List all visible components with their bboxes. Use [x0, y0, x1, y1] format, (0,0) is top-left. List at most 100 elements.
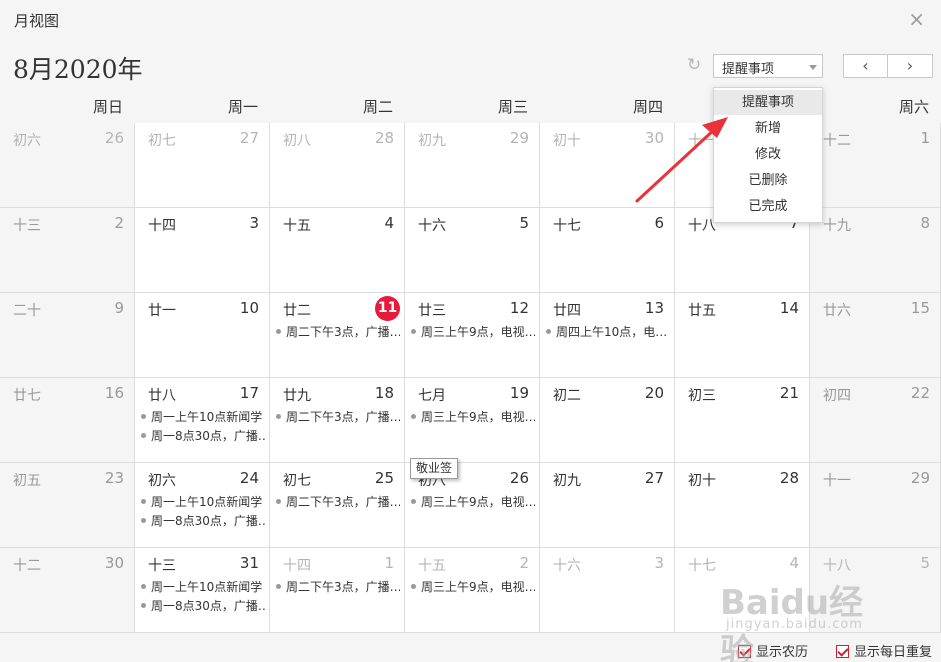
- day-cell[interactable]: 十二 30: [0, 548, 135, 633]
- event-item[interactable]: 周一8点30点，广播…: [141, 427, 265, 446]
- day-cell[interactable]: 十五 4: [270, 208, 405, 293]
- filter-select[interactable]: 提醒事项: [713, 54, 823, 78]
- day-cell[interactable]: 初十 30: [540, 123, 675, 208]
- day-cell[interactable]: 十九 8: [810, 208, 941, 293]
- day-cell[interactable]: 初九 29: [405, 123, 540, 208]
- bullet-icon: [546, 329, 551, 334]
- day-cell[interactable]: 廿六 15: [810, 293, 941, 378]
- lunar-date: 十三: [148, 558, 176, 574]
- day-cell[interactable]: 廿八 17 周一上午10点新闻学 周一8点30点，广播…: [135, 378, 270, 463]
- event-item[interactable]: 周三上午9点，电视…: [411, 578, 535, 597]
- weekday-label: 周日: [92, 98, 123, 116]
- close-icon[interactable]: ×: [908, 8, 925, 30]
- day-cell[interactable]: 廿三 12 周三上午9点，电视…: [405, 293, 540, 378]
- lunar-date: 十五: [283, 218, 311, 234]
- event-list: 周二下午3点，广播…: [276, 323, 400, 342]
- chevron-down-icon: [809, 65, 817, 70]
- day-number: 24: [239, 469, 259, 487]
- day-cell[interactable]: 廿九 18 周二下午3点，广播…: [270, 378, 405, 463]
- day-cell[interactable]: 初五 23: [0, 463, 135, 548]
- filter-dropdown-menu: 提醒事项 新增 修改 已删除 已完成: [713, 87, 823, 223]
- day-cell[interactable]: 初四 22: [810, 378, 941, 463]
- event-item[interactable]: 周四上午10点，电…: [546, 323, 670, 342]
- day-cell[interactable]: 初八 28: [270, 123, 405, 208]
- event-item[interactable]: 周一上午10点新闻学: [141, 578, 265, 597]
- event-item[interactable]: 周一8点30点，广播…: [141, 597, 265, 616]
- day-cell[interactable]: 十三 2: [0, 208, 135, 293]
- day-number: 4: [384, 214, 394, 232]
- dropdown-option[interactable]: 新增: [714, 116, 822, 141]
- toolbar: 8月2020年 ↻ 提醒事项 ‹ ›: [0, 42, 941, 92]
- day-number: 28: [374, 129, 394, 147]
- dropdown-option[interactable]: 已完成: [714, 194, 822, 219]
- event-item[interactable]: 周三上午9点，电视…: [411, 323, 535, 342]
- lunar-date: 初三: [688, 388, 716, 404]
- event-item[interactable]: 周二下午3点，广播…: [276, 578, 400, 597]
- day-number: 15: [910, 299, 930, 317]
- day-cell[interactable]: 初九 27: [540, 463, 675, 548]
- event-text: 周三上午9点，电视…: [421, 495, 535, 509]
- day-number: 12: [509, 299, 529, 317]
- event-text: 周一8点30点，广播…: [151, 429, 265, 443]
- day-cell[interactable]: 初六 26: [0, 123, 135, 208]
- day-cell[interactable]: 十七 6: [540, 208, 675, 293]
- day-number: 14: [779, 299, 799, 317]
- event-item[interactable]: 周二下午3点，广播…: [276, 408, 400, 427]
- day-cell[interactable]: 廿五 14: [675, 293, 810, 378]
- event-item[interactable]: 周二下午3点，广播…: [276, 323, 400, 342]
- refresh-icon[interactable]: ↻: [687, 55, 701, 75]
- day-cell[interactable]: 十二 1: [810, 123, 941, 208]
- bullet-icon: [141, 603, 146, 608]
- dropdown-option[interactable]: 修改: [714, 142, 822, 167]
- day-cell[interactable]: 十六 3: [540, 548, 675, 633]
- event-text: 周二下午3点，广播…: [286, 495, 400, 509]
- event-text: 周一8点30点，广播…: [151, 599, 265, 613]
- day-number: 1: [920, 129, 930, 147]
- day-cell[interactable]: 十四 1 周二下午3点，广播…: [270, 548, 405, 633]
- day-cell[interactable]: 初六 24 周一上午10点新闻学 周一8点30点，广播…: [135, 463, 270, 548]
- event-item[interactable]: 周二下午3点，广播…: [276, 493, 400, 512]
- day-cell[interactable]: 二十 9: [0, 293, 135, 378]
- day-cell[interactable]: 廿一 10: [135, 293, 270, 378]
- day-cell[interactable]: 十五 2 周三上午9点，电视…: [405, 548, 540, 633]
- day-cell[interactable]: 廿四 13 周四上午10点，电…: [540, 293, 675, 378]
- day-cell[interactable]: 初七 27: [135, 123, 270, 208]
- day-cell[interactable]: 七月 19 周三上午9点，电视…: [405, 378, 540, 463]
- day-cell[interactable]: 初三 21: [675, 378, 810, 463]
- day-cell[interactable]: 十六 5: [405, 208, 540, 293]
- next-month-button[interactable]: ›: [888, 54, 933, 78]
- day-number: 3: [249, 214, 259, 232]
- day-number: 27: [239, 129, 259, 147]
- event-item[interactable]: 周一上午10点新闻学: [141, 408, 265, 427]
- prev-month-button[interactable]: ‹: [843, 54, 888, 78]
- event-item[interactable]: 周三上午9点，电视…: [411, 493, 535, 512]
- day-cell[interactable]: 十四 3: [135, 208, 270, 293]
- day-cell[interactable]: 初七 25 周二下午3点，广播…: [270, 463, 405, 548]
- day-cell[interactable]: 廿二 11 周二下午3点，广播…: [270, 293, 405, 378]
- day-number: 30: [104, 554, 124, 572]
- day-cell[interactable]: 初二 20: [540, 378, 675, 463]
- chevron-right-icon: ›: [906, 56, 914, 75]
- lunar-date: 初五: [13, 473, 41, 489]
- day-number: 5: [519, 214, 529, 232]
- filter-select-value: 提醒事项: [722, 62, 775, 77]
- day-cell[interactable]: 廿七 16: [0, 378, 135, 463]
- day-number: 3: [654, 554, 664, 572]
- event-item[interactable]: 周一8点30点，广播…: [141, 512, 265, 531]
- lunar-date: 十六: [553, 558, 581, 574]
- dropdown-option[interactable]: 已删除: [714, 168, 822, 193]
- weekday-label: 周一: [227, 98, 258, 116]
- day-number: 8: [920, 214, 930, 232]
- bullet-icon: [276, 499, 281, 504]
- day-cell[interactable]: 十一 29: [810, 463, 941, 548]
- lunar-date: 十七: [688, 558, 716, 574]
- event-text: 周三上午9点，电视…: [421, 580, 535, 594]
- lunar-date: 初十: [553, 133, 581, 149]
- day-cell[interactable]: 十三 31 周一上午10点新闻学 周一8点30点，广播…: [135, 548, 270, 633]
- event-item[interactable]: 周三上午9点，电视…: [411, 408, 535, 427]
- dropdown-option[interactable]: 提醒事项: [714, 90, 822, 115]
- day-cell[interactable]: 初十 28: [675, 463, 810, 548]
- day-number: 28: [779, 469, 799, 487]
- event-item[interactable]: 周一上午10点新闻学: [141, 493, 265, 512]
- day-number: 23: [104, 469, 124, 487]
